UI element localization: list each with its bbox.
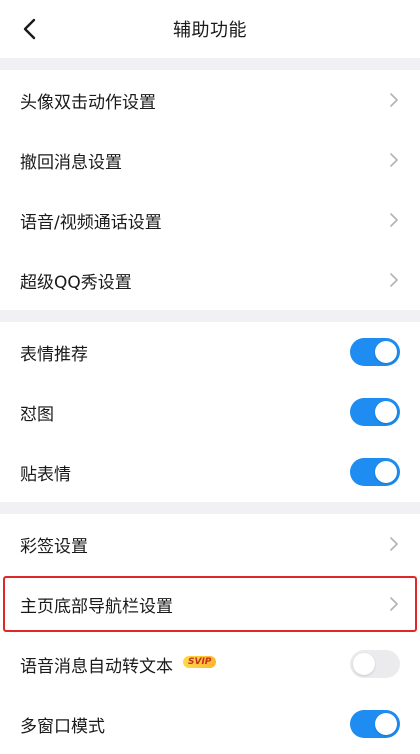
chevron-right-icon (384, 537, 398, 551)
row-label: 语音/视频通话设置 (20, 212, 162, 233)
row-label: 头像双击动作设置 (20, 92, 156, 113)
paste-sticker-row: 贴表情 (0, 442, 420, 502)
dui-tu-row: 怼图 (0, 382, 420, 442)
toggle-knob (375, 713, 397, 735)
sticker-recommend-toggle[interactable] (350, 338, 400, 366)
chevron-right-icon (384, 153, 398, 167)
row-label: 贴表情 (20, 464, 71, 485)
super-qq-show-setting-row[interactable]: 超级QQ秀设置 (0, 250, 420, 310)
toggle-knob (375, 461, 397, 483)
page-title: 辅助功能 (173, 20, 247, 41)
chevron-right-icon (384, 213, 398, 227)
color-tag-setting-row[interactable]: 彩签设置 (0, 514, 420, 574)
recall-message-setting-row[interactable]: 撤回消息设置 (0, 130, 420, 190)
multi-window-toggle[interactable] (350, 710, 400, 738)
toggle-knob (375, 401, 397, 423)
settings-group-1: 头像双击动作设置 撤回消息设置 语音/视频通话设置 超级QQ秀设置 (0, 70, 420, 310)
chevron-right-icon (384, 273, 398, 287)
multi-window-row: 多窗口模式 (0, 694, 420, 754)
row-label: 多窗口模式 (20, 716, 105, 737)
toggle-knob (353, 653, 375, 675)
bottom-nav-bar-setting-row[interactable]: 主页底部导航栏设置 (0, 574, 420, 634)
row-label: 彩签设置 (20, 536, 88, 557)
paste-sticker-toggle[interactable] (350, 458, 400, 486)
row-label: 超级QQ秀设置 (20, 272, 132, 293)
voice-to-text-toggle[interactable] (350, 650, 400, 678)
top-bar: 辅助功能 (0, 0, 420, 58)
back-arrow-icon (23, 18, 36, 40)
dui-tu-toggle[interactable] (350, 398, 400, 426)
settings-group-3: 彩签设置 主页底部导航栏设置 语音消息自动转文本 SVIP 多窗口模式 (0, 514, 420, 754)
chevron-right-icon (384, 597, 398, 611)
chevron-right-icon (384, 93, 398, 107)
row-label: 语音消息自动转文本 (20, 656, 173, 677)
sticker-recommend-row: 表情推荐 (0, 322, 420, 382)
back-button[interactable] (14, 13, 46, 45)
settings-group-2: 表情推荐 怼图 贴表情 (0, 322, 420, 502)
row-label: 怼图 (20, 404, 54, 425)
row-label: 表情推荐 (20, 344, 88, 365)
voice-video-call-setting-row[interactable]: 语音/视频通话设置 (0, 190, 420, 250)
svip-badge: SVIP (183, 656, 217, 668)
voice-to-text-row: 语音消息自动转文本 SVIP (0, 634, 420, 694)
row-label: 主页底部导航栏设置 (20, 596, 173, 617)
avatar-double-click-setting-row[interactable]: 头像双击动作设置 (0, 70, 420, 130)
toggle-knob (375, 341, 397, 363)
row-label: 撤回消息设置 (20, 152, 122, 173)
